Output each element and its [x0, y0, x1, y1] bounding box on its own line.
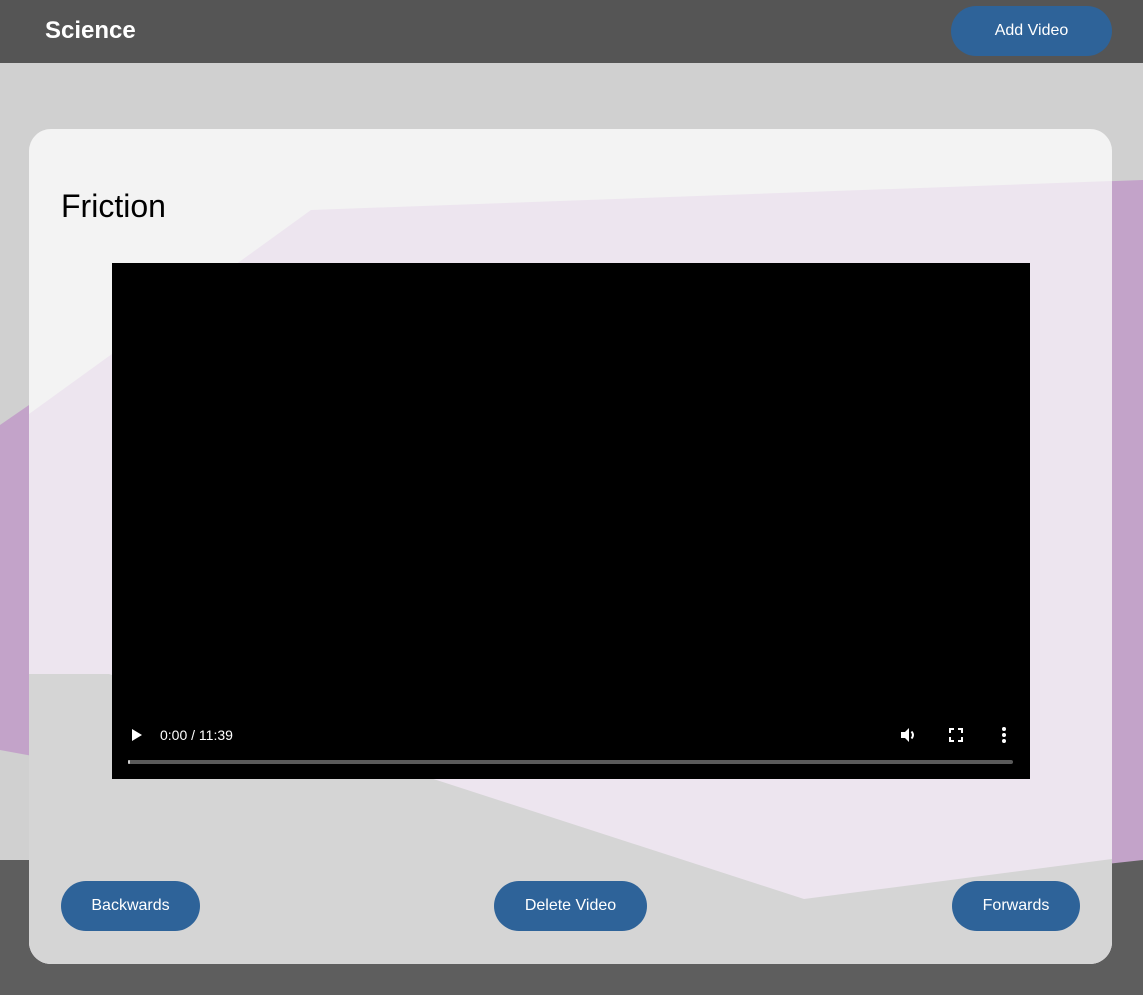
top-bar: Science Add Video: [0, 0, 1143, 63]
video-player[interactable]: 0:00 / 11:39: [112, 263, 1030, 779]
backwards-button[interactable]: Backwards: [61, 881, 200, 931]
volume-icon[interactable]: [898, 725, 918, 745]
more-options-icon[interactable]: [994, 725, 1014, 745]
time-display: 0:00 / 11:39: [160, 727, 233, 743]
progress-fill: [128, 760, 130, 764]
video-card: Friction 0:00 / 11:39 Backwards Delete V…: [29, 129, 1112, 964]
video-controls: 0:00 / 11:39: [112, 709, 1030, 779]
fullscreen-icon[interactable]: [946, 725, 966, 745]
app-title: Science: [45, 17, 136, 44]
add-video-button[interactable]: Add Video: [951, 6, 1112, 56]
play-icon[interactable]: [132, 729, 142, 741]
delete-video-button[interactable]: Delete Video: [494, 881, 647, 931]
forwards-button[interactable]: Forwards: [952, 881, 1080, 931]
progress-bar[interactable]: [128, 760, 1013, 764]
video-title: Friction: [61, 188, 166, 224]
